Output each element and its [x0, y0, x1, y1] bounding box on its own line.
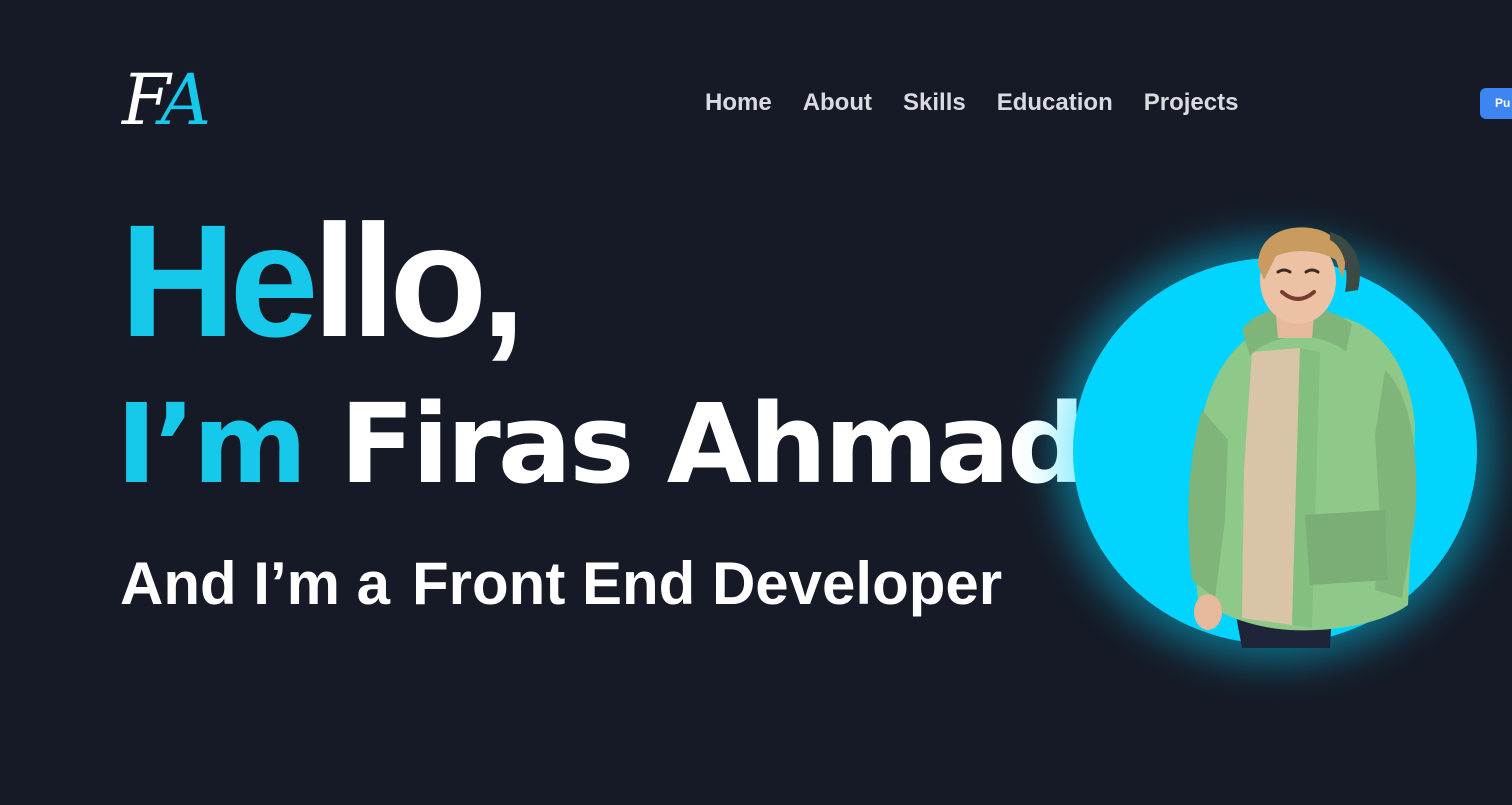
main-nav: Home About Skills Education Projects: [705, 86, 1238, 120]
hero-name: Firas Ahmad: [339, 380, 1086, 508]
hero-role-line: And I’m a Front End Developer: [120, 548, 1002, 620]
hero-greeting-accent: He: [120, 191, 319, 370]
nav-item-projects[interactable]: Projects: [1144, 86, 1239, 120]
header-cta-button[interactable]: Pu: [1480, 88, 1512, 119]
portrait-image: [1188, 227, 1417, 648]
nav-item-skills[interactable]: Skills: [903, 86, 966, 120]
hero-name-line: I’m Firas Ahmad: [116, 380, 1086, 508]
nav-item-about[interactable]: About: [803, 86, 872, 120]
hero-greeting-rest: llo,: [312, 191, 526, 370]
nav-item-home[interactable]: Home: [705, 86, 772, 120]
hero-role: Front End Developer: [412, 550, 1003, 617]
logo-letter-f: F: [122, 59, 164, 141]
logo-letter-a: A: [160, 59, 212, 141]
nav-item-education[interactable]: Education: [997, 86, 1113, 120]
hero-intro-accent: I’m: [116, 380, 307, 508]
hero-greeting: Hello,: [120, 196, 526, 366]
logo[interactable]: FA: [122, 59, 212, 141]
hero-role-prefix: And I’m a: [120, 550, 391, 617]
